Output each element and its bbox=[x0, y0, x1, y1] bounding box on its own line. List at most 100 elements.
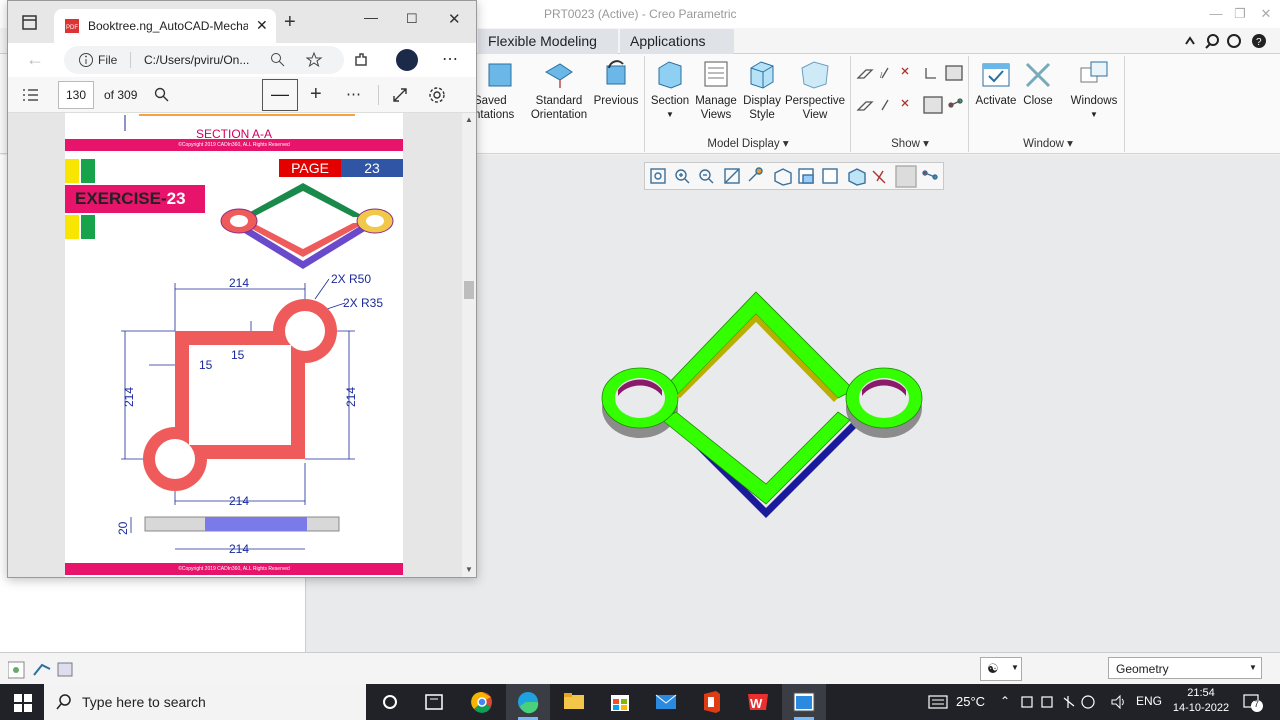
dim-thickness-left: 15 bbox=[199, 358, 213, 372]
show-group-label[interactable]: Show ▾ bbox=[852, 136, 968, 150]
saved-orientations-button[interactable]: Saved ntations bbox=[470, 58, 530, 122]
exercise-label: EXERCISE- bbox=[75, 189, 167, 208]
new-tab-icon[interactable]: + bbox=[284, 11, 296, 34]
section-view-icon bbox=[822, 168, 838, 184]
extensions-icon[interactable] bbox=[352, 51, 370, 69]
volume-icon[interactable] bbox=[1110, 694, 1128, 710]
table-of-contents-icon[interactable] bbox=[22, 87, 40, 103]
close-button[interactable]: Close bbox=[1018, 58, 1058, 108]
search-icon bbox=[56, 694, 71, 710]
fit-to-page-icon[interactable] bbox=[392, 87, 408, 103]
exercise-banner: EXERCISE-23 bbox=[65, 185, 205, 213]
view-manager-icon bbox=[798, 168, 814, 184]
tab-flexible-modeling[interactable]: Flexible Modeling bbox=[478, 29, 618, 54]
standard-orientation-button[interactable]: Standard Orientation bbox=[528, 58, 590, 122]
nav-toggle-icon bbox=[8, 661, 25, 679]
task-view-button[interactable] bbox=[368, 684, 412, 720]
widgets-button[interactable] bbox=[412, 684, 456, 720]
close-label: Close bbox=[1023, 95, 1053, 107]
close-window-icon[interactable]: ✕ bbox=[448, 10, 461, 28]
display-style-small-icon bbox=[848, 168, 866, 186]
edge-tab[interactable]: PDF Booktree.ng_AutoCAD-Mechanic ✕ bbox=[54, 9, 276, 43]
minimize-icon[interactable]: — bbox=[364, 9, 378, 25]
mail-app[interactable] bbox=[644, 684, 688, 720]
3d-model-view[interactable] bbox=[590, 280, 930, 520]
restore-icon[interactable]: ❐ bbox=[1228, 4, 1252, 24]
display-style-icon bbox=[750, 61, 774, 89]
saved-orientations-label: Saved ntations bbox=[474, 95, 515, 121]
taskbar-search[interactable]: Type here to search bbox=[44, 684, 366, 720]
close-window-icon[interactable]: ✕ bbox=[1254, 4, 1278, 24]
previous-button[interactable]: Previous bbox=[592, 58, 640, 108]
edge-pdf-window: PDF Booktree.ng_AutoCAD-Mechanic ✕ + — ☐… bbox=[7, 0, 477, 578]
language-indicator[interactable]: ENG bbox=[1136, 694, 1162, 708]
input-indicator-icon[interactable] bbox=[928, 694, 948, 710]
perspective-view-label: Perspective View bbox=[784, 95, 846, 121]
perspective-view-button[interactable]: Perspective View bbox=[784, 58, 846, 122]
model-display-group-label[interactable]: Model Display ▾ bbox=[648, 136, 848, 150]
manage-views-button[interactable]: Manage Views bbox=[692, 58, 740, 122]
chrome-app[interactable] bbox=[460, 684, 504, 720]
windows-start-icon[interactable] bbox=[14, 694, 32, 712]
activate-button[interactable]: Activate bbox=[972, 58, 1020, 108]
model-side-face-right bbox=[766, 418, 856, 518]
minimize-icon[interactable]: — bbox=[1204, 4, 1228, 24]
dim-side-width: 214 bbox=[229, 542, 249, 556]
system-tray-icons[interactable] bbox=[1020, 694, 1100, 710]
page-number-input[interactable]: 130 bbox=[58, 81, 94, 109]
maximize-icon[interactable]: ☐ bbox=[406, 11, 418, 27]
clock-time: 21:54 bbox=[1187, 687, 1215, 699]
file-explorer-app[interactable] bbox=[552, 684, 596, 720]
ime-icon bbox=[1063, 696, 1075, 708]
search-icon[interactable] bbox=[154, 87, 170, 103]
show-hidden-icons[interactable]: ⌃ bbox=[1000, 694, 1010, 708]
manage-views-icon bbox=[704, 61, 728, 87]
window-group-label[interactable]: Window ▾ bbox=[972, 136, 1124, 150]
dim-top-width: 214 bbox=[229, 276, 249, 290]
pdf-viewport[interactable]: SECTION A-A ©Copyright 2019 CADIn360, AL… bbox=[8, 113, 476, 577]
edge-app[interactable] bbox=[506, 684, 550, 720]
close-tab-icon[interactable]: ✕ bbox=[256, 17, 268, 34]
more-menu-icon[interactable]: ⋯ bbox=[442, 49, 458, 69]
store-app[interactable] bbox=[598, 684, 642, 720]
notifications-icon[interactable] bbox=[1242, 692, 1264, 714]
more-tools-icon[interactable]: ⋯ bbox=[346, 85, 361, 103]
tab-actions-icon[interactable] bbox=[22, 15, 38, 31]
zoom-out-button[interactable]: — bbox=[262, 79, 298, 111]
meet-now-icon bbox=[1041, 696, 1053, 708]
activate-label: Activate bbox=[975, 95, 1017, 107]
settings-gear-icon[interactable] bbox=[428, 86, 446, 104]
binoculars-icon: ☯ bbox=[987, 661, 999, 676]
tab-applications[interactable]: Applications bbox=[620, 29, 734, 54]
windows-button[interactable]: Windows ▼ bbox=[1066, 58, 1122, 122]
3d-model-space-icon bbox=[33, 663, 51, 676]
edge-address-bar: ← File C:/Users/pviru/On... ⋯ bbox=[8, 43, 476, 77]
selection-filter-value: Geometry bbox=[1116, 662, 1169, 676]
creo-app[interactable] bbox=[782, 684, 826, 720]
office-app[interactable] bbox=[690, 684, 734, 720]
wps-app[interactable]: W bbox=[736, 684, 780, 720]
show-toggles[interactable]: / bbox=[856, 64, 968, 124]
clock[interactable]: 21:54 14-10-2022 bbox=[1172, 686, 1230, 716]
selection-filter-dropdown[interactable]: Geometry ▼ bbox=[1108, 657, 1262, 679]
section-button[interactable]: Section ▼ bbox=[648, 58, 692, 122]
zoom-in-icon[interactable]: + bbox=[310, 83, 322, 106]
exercise-drawing: 214 2X R50 2X R35 15 15 214 214 214 20 2… bbox=[116, 273, 383, 556]
weather-temperature[interactable]: 25°C bbox=[956, 694, 985, 709]
profile-avatar[interactable] bbox=[396, 49, 418, 71]
dim-side-height: 20 bbox=[116, 521, 130, 535]
svg-text:/: / bbox=[880, 71, 883, 80]
address-file-label: File bbox=[98, 53, 118, 67]
graphics-toolbar-icons bbox=[650, 165, 938, 188]
creo-window-title: PRT0023 (Active) - Creo Parametric bbox=[544, 7, 737, 21]
status-bar: ☯ ▼ Geometry ▼ bbox=[0, 652, 1280, 684]
zoom-icon bbox=[271, 53, 285, 67]
annotation-display-icon bbox=[945, 65, 963, 81]
windows-icon bbox=[1080, 61, 1108, 83]
pdf-scrollbar[interactable]: ▲ ▼ bbox=[462, 113, 476, 577]
address-field[interactable]: File C:/Users/pviru/On... bbox=[64, 46, 344, 74]
back-icon[interactable]: ← bbox=[26, 49, 44, 70]
graphics-toolbar bbox=[644, 162, 944, 190]
find-button[interactable]: ☯ ▼ bbox=[980, 657, 1022, 681]
display-style-button[interactable]: Display Style bbox=[740, 58, 784, 122]
